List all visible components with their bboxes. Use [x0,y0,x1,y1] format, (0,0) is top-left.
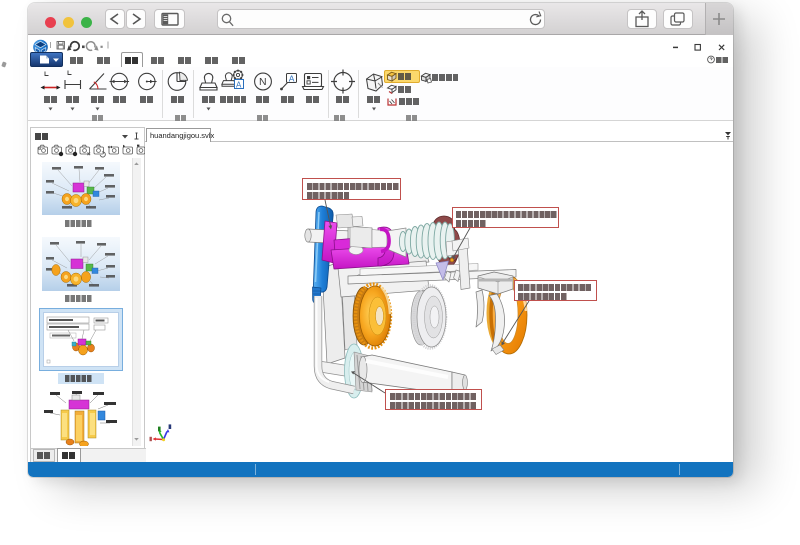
svg-text:A: A [289,73,295,83]
svg-text:A: A [236,80,242,89]
svg-text:N: N [259,76,267,88]
